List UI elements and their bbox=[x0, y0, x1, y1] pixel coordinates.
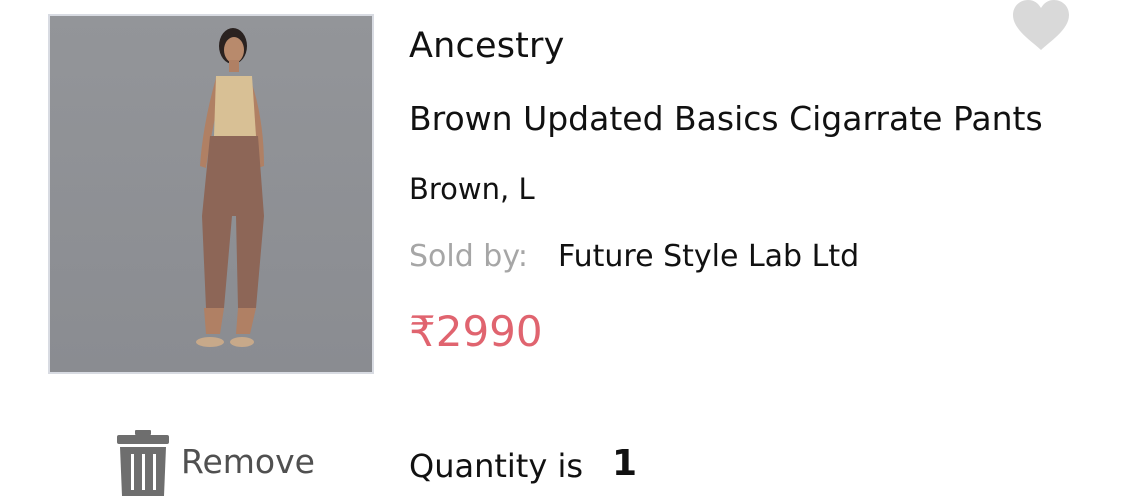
wishlist-button[interactable] bbox=[1011, 0, 1071, 52]
product-image[interactable] bbox=[48, 14, 374, 374]
product-price: ₹2990 bbox=[409, 307, 543, 356]
quantity-value[interactable]: 1 bbox=[612, 444, 637, 484]
seller-name: Future Style Lab Ltd bbox=[558, 239, 860, 274]
remove-label: Remove bbox=[181, 442, 315, 481]
remove-button[interactable]: Remove bbox=[116, 428, 336, 498]
brand-name: Ancestry bbox=[409, 26, 565, 66]
product-title[interactable]: Brown Updated Basics Cigarrate Pants bbox=[409, 99, 1043, 139]
heart-icon bbox=[1013, 0, 1069, 50]
product-variant: Brown, L bbox=[409, 172, 535, 206]
sold-by-label: Sold by: bbox=[409, 239, 529, 274]
quantity-label: Quantity is bbox=[409, 447, 584, 485]
product-photo bbox=[50, 16, 372, 372]
trash-icon bbox=[117, 430, 169, 496]
